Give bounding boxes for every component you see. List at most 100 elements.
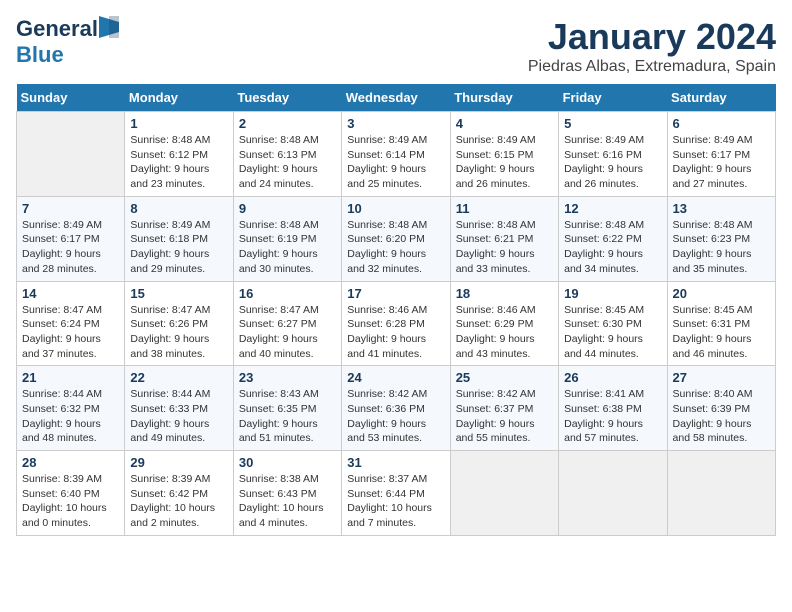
day-detail: Sunrise: 8:39 AMSunset: 6:42 PMDaylight:… bbox=[130, 472, 227, 531]
day-number: 25 bbox=[456, 370, 553, 385]
calendar-cell: 15Sunrise: 8:47 AMSunset: 6:26 PMDayligh… bbox=[125, 281, 233, 366]
calendar-cell: 4 Sunrise: 8:49 AMSunset: 6:15 PMDaylight… bbox=[450, 112, 558, 197]
day-detail: Sunrise: 8:48 AMSunset: 6:19 PMDaylight:… bbox=[239, 218, 336, 277]
day-detail: Sunrise: 8:47 AMSunset: 6:26 PMDaylight:… bbox=[130, 303, 227, 362]
week-row-3: 14 Sunrise: 8:47 AMSunset: 6:24 PMDayligh… bbox=[17, 281, 776, 366]
calendar-cell: 30 Sunrise: 8:38 AMSunset: 6:43 PMDayligh… bbox=[233, 451, 341, 536]
day-detail: Sunrise: 8:47 AMSunset: 6:24 PMDaylight:… bbox=[22, 303, 119, 362]
day-number: 2 bbox=[239, 116, 336, 131]
day-detail: Sunrise: 8:41 AMSunset: 6:38 PMDaylight:… bbox=[564, 387, 661, 446]
day-detail: Sunrise: 8:48 AMSunset: 6:13 PMDaylight:… bbox=[239, 133, 336, 192]
day-number: 26 bbox=[564, 370, 661, 385]
day-number: 9 bbox=[239, 201, 336, 216]
logo: General Blue bbox=[16, 16, 119, 68]
day-detail: Sunrise: 8:48 AMSunset: 6:23 PMDaylight:… bbox=[673, 218, 770, 277]
day-detail: Sunrise: 8:49 AMSunset: 6:16 PMDaylight:… bbox=[564, 133, 661, 192]
calendar-cell: 10 Sunrise: 8:48 AMSunset: 6:20 PMDayligh… bbox=[342, 196, 450, 281]
calendar-cell bbox=[667, 451, 775, 536]
day-number: 8 bbox=[130, 201, 227, 216]
day-number: 5 bbox=[564, 116, 661, 131]
calendar-cell: 23 Sunrise: 8:43 AMSunset: 6:35 PMDayligh… bbox=[233, 366, 341, 451]
week-row-4: 21Sunrise: 8:44 AMSunset: 6:32 PMDayligh… bbox=[17, 366, 776, 451]
day-detail: Sunrise: 8:49 AMSunset: 6:18 PMDaylight:… bbox=[130, 218, 227, 277]
weekday-header-row: SundayMondayTuesdayWednesdayThursdayFrid… bbox=[17, 84, 776, 112]
week-row-2: 7Sunrise: 8:49 AMSunset: 6:17 PMDaylight… bbox=[17, 196, 776, 281]
calendar-cell: 17Sunrise: 8:46 AMSunset: 6:28 PMDayligh… bbox=[342, 281, 450, 366]
week-row-5: 28 Sunrise: 8:39 AMSunset: 6:40 PMDayligh… bbox=[17, 451, 776, 536]
day-number: 1 bbox=[130, 116, 227, 131]
calendar-cell: 19 Sunrise: 8:45 AMSunset: 6:30 PMDayligh… bbox=[559, 281, 667, 366]
calendar-cell: 13 Sunrise: 8:48 AMSunset: 6:23 PMDayligh… bbox=[667, 196, 775, 281]
calendar-cell: 27Sunrise: 8:40 AMSunset: 6:39 PMDayligh… bbox=[667, 366, 775, 451]
calendar-cell: 20 Sunrise: 8:45 AMSunset: 6:31 PMDayligh… bbox=[667, 281, 775, 366]
calendar-cell: 1Sunrise: 8:48 AMSunset: 6:12 PMDaylight… bbox=[125, 112, 233, 197]
calendar-cell: 5 Sunrise: 8:49 AMSunset: 6:16 PMDaylight… bbox=[559, 112, 667, 197]
day-number: 11 bbox=[456, 201, 553, 216]
logo-blue-text: Blue bbox=[16, 42, 64, 67]
day-number: 10 bbox=[347, 201, 444, 216]
weekday-header-wednesday: Wednesday bbox=[342, 84, 450, 112]
day-detail: Sunrise: 8:45 AMSunset: 6:31 PMDaylight:… bbox=[673, 303, 770, 362]
day-detail: Sunrise: 8:46 AMSunset: 6:29 PMDaylight:… bbox=[456, 303, 553, 362]
header: General Blue January 2024 Piedras Albas,… bbox=[16, 16, 776, 76]
day-detail: Sunrise: 8:44 AMSunset: 6:33 PMDaylight:… bbox=[130, 387, 227, 446]
day-detail: Sunrise: 8:49 AMSunset: 6:15 PMDaylight:… bbox=[456, 133, 553, 192]
weekday-header-tuesday: Tuesday bbox=[233, 84, 341, 112]
day-detail: Sunrise: 8:49 AMSunset: 6:17 PMDaylight:… bbox=[673, 133, 770, 192]
calendar-cell: 2 Sunrise: 8:48 AMSunset: 6:13 PMDaylight… bbox=[233, 112, 341, 197]
day-detail: Sunrise: 8:42 AMSunset: 6:36 PMDaylight:… bbox=[347, 387, 444, 446]
calendar-cell: 29 Sunrise: 8:39 AMSunset: 6:42 PMDayligh… bbox=[125, 451, 233, 536]
day-number: 30 bbox=[239, 455, 336, 470]
day-number: 20 bbox=[673, 286, 770, 301]
day-number: 4 bbox=[456, 116, 553, 131]
day-number: 28 bbox=[22, 455, 119, 470]
day-number: 16 bbox=[239, 286, 336, 301]
weekday-header-thursday: Thursday bbox=[450, 84, 558, 112]
day-number: 24 bbox=[347, 370, 444, 385]
calendar-table: SundayMondayTuesdayWednesdayThursdayFrid… bbox=[16, 84, 776, 536]
calendar-cell: 31Sunrise: 8:37 AMSunset: 6:44 PMDayligh… bbox=[342, 451, 450, 536]
day-detail: Sunrise: 8:46 AMSunset: 6:28 PMDaylight:… bbox=[347, 303, 444, 362]
calendar-cell: 25Sunrise: 8:42 AMSunset: 6:37 PMDayligh… bbox=[450, 366, 558, 451]
calendar-cell bbox=[450, 451, 558, 536]
title-area: January 2024 Piedras Albas, Extremadura,… bbox=[528, 16, 776, 76]
day-number: 12 bbox=[564, 201, 661, 216]
calendar-cell: 9 Sunrise: 8:48 AMSunset: 6:19 PMDaylight… bbox=[233, 196, 341, 281]
calendar-cell: 18 Sunrise: 8:46 AMSunset: 6:29 PMDayligh… bbox=[450, 281, 558, 366]
weekday-header-monday: Monday bbox=[125, 84, 233, 112]
weekday-header-sunday: Sunday bbox=[17, 84, 125, 112]
day-number: 3 bbox=[347, 116, 444, 131]
calendar-title: January 2024 bbox=[528, 16, 776, 58]
day-number: 27 bbox=[673, 370, 770, 385]
day-number: 14 bbox=[22, 286, 119, 301]
day-detail: Sunrise: 8:39 AMSunset: 6:40 PMDaylight:… bbox=[22, 472, 119, 531]
logo-icon bbox=[99, 16, 119, 38]
day-number: 29 bbox=[130, 455, 227, 470]
logo-general-text: General bbox=[16, 16, 98, 42]
weekday-header-friday: Friday bbox=[559, 84, 667, 112]
day-number: 23 bbox=[239, 370, 336, 385]
day-detail: Sunrise: 8:38 AMSunset: 6:43 PMDaylight:… bbox=[239, 472, 336, 531]
day-number: 18 bbox=[456, 286, 553, 301]
day-detail: Sunrise: 8:45 AMSunset: 6:30 PMDaylight:… bbox=[564, 303, 661, 362]
calendar-cell: 14 Sunrise: 8:47 AMSunset: 6:24 PMDayligh… bbox=[17, 281, 125, 366]
day-detail: Sunrise: 8:49 AMSunset: 6:14 PMDaylight:… bbox=[347, 133, 444, 192]
calendar-cell: 24 Sunrise: 8:42 AMSunset: 6:36 PMDayligh… bbox=[342, 366, 450, 451]
calendar-cell: 7Sunrise: 8:49 AMSunset: 6:17 PMDaylight… bbox=[17, 196, 125, 281]
calendar-cell: 16Sunrise: 8:47 AMSunset: 6:27 PMDayligh… bbox=[233, 281, 341, 366]
calendar-cell bbox=[559, 451, 667, 536]
day-detail: Sunrise: 8:43 AMSunset: 6:35 PMDaylight:… bbox=[239, 387, 336, 446]
day-detail: Sunrise: 8:48 AMSunset: 6:20 PMDaylight:… bbox=[347, 218, 444, 277]
day-number: 22 bbox=[130, 370, 227, 385]
day-number: 13 bbox=[673, 201, 770, 216]
weekday-header-saturday: Saturday bbox=[667, 84, 775, 112]
day-detail: Sunrise: 8:48 AMSunset: 6:22 PMDaylight:… bbox=[564, 218, 661, 277]
day-number: 19 bbox=[564, 286, 661, 301]
day-detail: Sunrise: 8:44 AMSunset: 6:32 PMDaylight:… bbox=[22, 387, 119, 446]
calendar-cell: 22 Sunrise: 8:44 AMSunset: 6:33 PMDayligh… bbox=[125, 366, 233, 451]
calendar-cell: 8 Sunrise: 8:49 AMSunset: 6:18 PMDaylight… bbox=[125, 196, 233, 281]
calendar-cell: 11Sunrise: 8:48 AMSunset: 6:21 PMDayligh… bbox=[450, 196, 558, 281]
day-detail: Sunrise: 8:49 AMSunset: 6:17 PMDaylight:… bbox=[22, 218, 119, 277]
day-detail: Sunrise: 8:37 AMSunset: 6:44 PMDaylight:… bbox=[347, 472, 444, 531]
calendar-cell: 3 Sunrise: 8:49 AMSunset: 6:14 PMDaylight… bbox=[342, 112, 450, 197]
